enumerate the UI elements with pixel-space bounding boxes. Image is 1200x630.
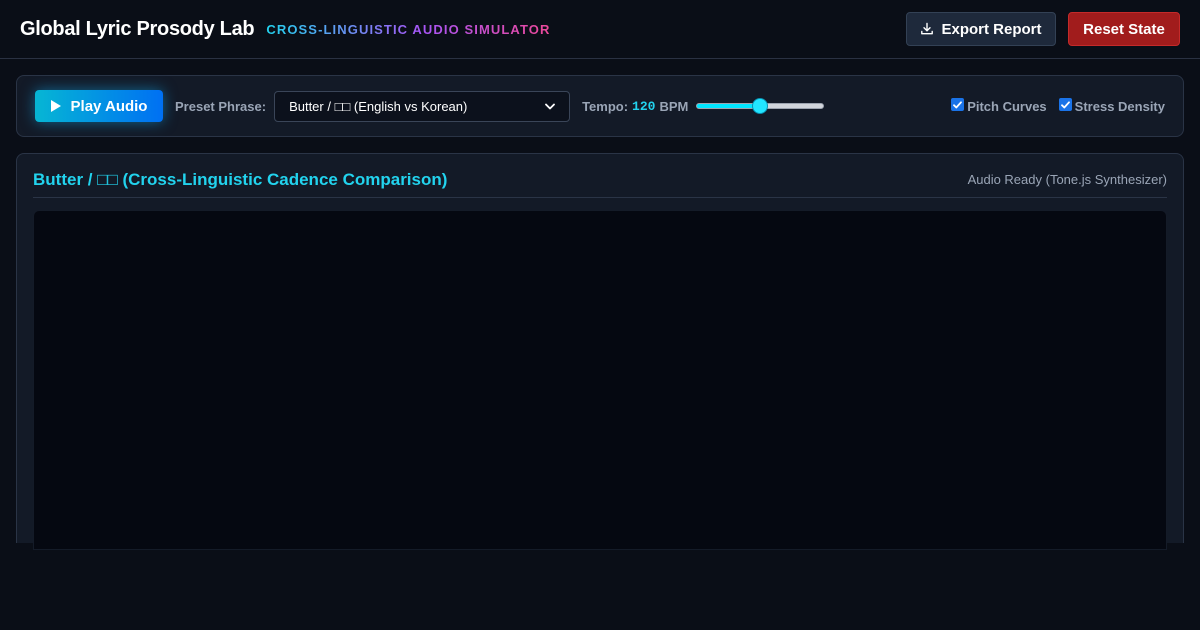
stress-density-checkbox[interactable] [1058, 98, 1072, 111]
stress-density-label: Stress Density [1074, 98, 1165, 114]
pitch-curves-label: Pitch Curves [967, 98, 1047, 114]
play-audio-button[interactable]: Play Audio [35, 90, 163, 122]
preset-phrase-value: Butter / □□ (English vs Korean) [289, 98, 468, 114]
controls-bar: Play Audio Preset Phrase: Butter / □□ (E… [16, 75, 1184, 137]
pitch-curves-toggle[interactable]: Pitch Curves [951, 98, 1047, 114]
tempo-value: 120 [632, 98, 656, 114]
tempo-slider-thumb[interactable] [752, 98, 769, 114]
tempo-group: Tempo: 120 BPM [582, 98, 825, 114]
tempo-slider[interactable] [696, 98, 825, 114]
tempo-unit: BPM [659, 98, 689, 114]
tempo-label: Tempo: [582, 98, 629, 114]
preset-phrase-select[interactable]: Butter / □□ (English vs Korean) [274, 90, 571, 122]
app-subtitle: CROSS-LINGUISTIC AUDIO SIMULATOR [266, 21, 551, 37]
audio-status: Audio Ready (Tone.js Synthesizer) [967, 172, 1167, 187]
app-title: Global Lyric Prosody Lab [20, 17, 255, 40]
pitch-curves-checkbox[interactable] [951, 98, 965, 111]
export-report-button[interactable]: Export Report [906, 12, 1056, 46]
chevron-down-icon [545, 103, 555, 110]
reset-state-button[interactable]: Reset State [1068, 12, 1180, 46]
download-icon [920, 22, 934, 36]
comparison-panel: Butter / □□ (Cross-Linguistic Cadence Co… [16, 153, 1184, 550]
panel-header: Butter / □□ (Cross-Linguistic Cadence Co… [33, 154, 1167, 198]
play-icon [50, 100, 61, 112]
preset-phrase-label: Preset Phrase: [175, 98, 267, 114]
visualization-canvas[interactable] [33, 210, 1167, 550]
tempo-slider-fill [697, 104, 761, 108]
header-actions: Export Report Reset State [906, 12, 1180, 46]
stress-density-toggle[interactable]: Stress Density [1058, 98, 1165, 114]
panel-title: Butter / □□ (Cross-Linguistic Cadence Co… [33, 169, 448, 189]
display-options: Pitch Curves Stress Density [951, 98, 1165, 114]
export-report-label: Export Report [941, 20, 1042, 38]
app-header: Global Lyric Prosody Lab CROSS-LINGUISTI… [0, 0, 1200, 59]
play-audio-label: Play Audio [70, 97, 148, 115]
